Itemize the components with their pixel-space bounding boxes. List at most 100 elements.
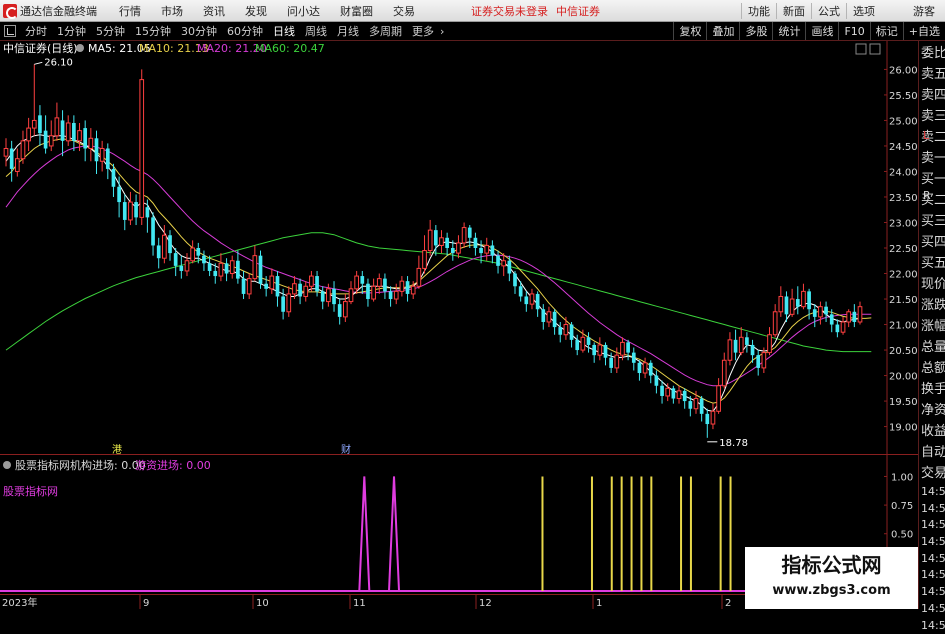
candle-body-up <box>773 312 777 335</box>
tab-multi-period[interactable]: 多周期 <box>364 23 407 39</box>
candle-body-down <box>688 401 692 409</box>
tab-60min[interactable]: 60分钟 <box>222 23 268 39</box>
candle-body-down <box>700 399 704 414</box>
candle-body-down <box>72 123 76 141</box>
indicator-tick-label: 0.75 <box>891 501 913 512</box>
candle-body-down <box>264 284 268 289</box>
candle-body-up <box>377 279 381 287</box>
tab-30min[interactable]: 30分钟 <box>176 23 222 39</box>
time-label-9: 9 <box>143 598 149 609</box>
candle-body-up <box>293 284 297 294</box>
tab-15min[interactable]: 15分钟 <box>130 23 176 39</box>
candle-body-up <box>694 399 698 409</box>
multi-stock-button[interactable]: 多股 <box>739 22 772 40</box>
menu-quotes[interactable]: 行情 <box>109 3 151 19</box>
tick-time-0: 14:50 <box>919 484 945 501</box>
price-tick-label: 24.00 <box>889 167 918 178</box>
candle-body-up <box>49 136 53 146</box>
tab-more[interactable]: 更多 <box>407 23 439 39</box>
candle-body-up <box>462 228 466 243</box>
candle-body-down <box>179 266 183 271</box>
candle-body-down <box>276 276 280 296</box>
menu-trade[interactable]: 交易 <box>383 3 425 19</box>
panel-extra-marker: R <box>921 185 931 206</box>
candle-body-up <box>129 202 133 220</box>
candle-body-down <box>734 340 738 353</box>
indicator-settings-icon[interactable] <box>3 461 11 469</box>
menu-formula[interactable]: 公式 <box>811 3 846 19</box>
candle-body-down <box>830 314 834 324</box>
candle-body-up <box>417 268 421 286</box>
candle-body-up <box>327 289 331 302</box>
candle-body-up <box>621 342 625 355</box>
candle-body-up <box>78 131 82 141</box>
time-label-1: 1 <box>596 598 602 609</box>
candle-body-down <box>208 263 212 271</box>
candle-body-down <box>360 276 364 284</box>
menu-market[interactable]: 市场 <box>151 3 193 19</box>
menu-function[interactable]: 功能 <box>741 3 776 19</box>
tab-monthly[interactable]: 月线 <box>332 23 364 39</box>
candle-body-up <box>163 235 167 258</box>
candle-body-up <box>253 256 257 279</box>
mark-button[interactable]: 标记 <box>870 22 903 40</box>
candle-body-down <box>626 342 630 352</box>
price-tick-label: 20.50 <box>889 346 918 357</box>
menu-discover[interactable]: 发现 <box>235 3 277 19</box>
candle-body-up <box>185 261 189 271</box>
candle-body-up <box>502 261 506 266</box>
candle-body-down <box>660 386 664 396</box>
settings-dot-icon[interactable] <box>76 44 84 52</box>
menu-new-page[interactable]: 新面 <box>776 3 811 19</box>
adjust-button[interactable]: 复权 <box>673 22 706 40</box>
candlestick-chart[interactable]: 26.0025.5025.0024.5024.0023.5023.0022.50… <box>0 41 918 455</box>
tab-weekly[interactable]: 周线 <box>300 23 332 39</box>
price-tick-label: 22.50 <box>889 244 918 255</box>
menu-wealth[interactable]: 财富圈 <box>330 3 383 19</box>
tab-daily[interactable]: 日线 <box>268 23 300 39</box>
candle-body-up <box>230 261 234 274</box>
guest-login[interactable]: 游客 <box>903 3 945 19</box>
f10-button[interactable]: F10 <box>838 22 869 40</box>
chart-switch-icon[interactable] <box>4 25 16 37</box>
time-label-11: 11 <box>353 598 366 609</box>
menu-news[interactable]: 资讯 <box>193 3 235 19</box>
menu-options[interactable]: 选项 <box>846 3 881 19</box>
tab-5min[interactable]: 5分钟 <box>91 23 130 39</box>
draw-line-button[interactable]: 画线 <box>805 22 838 40</box>
candle-body-up <box>355 276 359 289</box>
candle-body-down <box>536 294 540 309</box>
candle-body-down <box>236 261 240 279</box>
menu-bar: 通达信金融终端 行情 市场 资讯 发现 问小达 财富圈 交易 证券交易未登录 中… <box>0 0 945 22</box>
candle-body-up <box>485 245 489 253</box>
candle-body-down <box>434 230 438 245</box>
overlay-button[interactable]: 叠加 <box>706 22 739 40</box>
candle-body-up <box>423 251 427 269</box>
price-tick-label: 23.50 <box>889 193 918 204</box>
indicator-name: 股票指标网 <box>15 458 70 472</box>
tab-1min[interactable]: 1分钟 <box>52 23 91 39</box>
login-status[interactable]: 证券交易未登录 <box>471 3 548 19</box>
candle-body-down <box>281 296 285 311</box>
event-marker-hk[interactable]: 港 <box>112 444 122 455</box>
event-marker-finance[interactable]: 财 <box>341 443 351 455</box>
add-watchlist-button[interactable]: +自选 <box>903 22 945 40</box>
candle-body-down <box>756 355 760 368</box>
candle-body-down <box>242 279 246 294</box>
candle-body-up <box>55 118 59 136</box>
panel-row-ask5: 卖五 <box>919 64 945 85</box>
chevron-right-icon[interactable]: › <box>440 25 444 38</box>
tab-intraday[interactable]: 分时 <box>20 23 52 39</box>
candle-body-up <box>100 149 104 162</box>
statistics-button[interactable]: 统计 <box>772 22 805 40</box>
candle-body-down <box>751 345 755 355</box>
quote-side-panel: 委比卖五卖四卖三卖二卖一买一买二买三买四买五现价涨跌涨幅总量总额换手净资收益自动… <box>918 41 945 609</box>
candle-body-up <box>643 363 647 373</box>
tick-time-5: 14:50 <box>919 567 945 584</box>
candle-body-down <box>558 327 562 335</box>
broker-name[interactable]: 中信证券 <box>556 3 600 19</box>
panel-row-trade: 交易 <box>919 463 945 484</box>
menu-ask[interactable]: 问小达 <box>277 3 330 19</box>
period-toolbar: 分时 1分钟 5分钟 15分钟 30分钟 60分钟 日线 周线 月线 多周期 更… <box>0 22 945 41</box>
candle-body-up <box>15 159 19 172</box>
